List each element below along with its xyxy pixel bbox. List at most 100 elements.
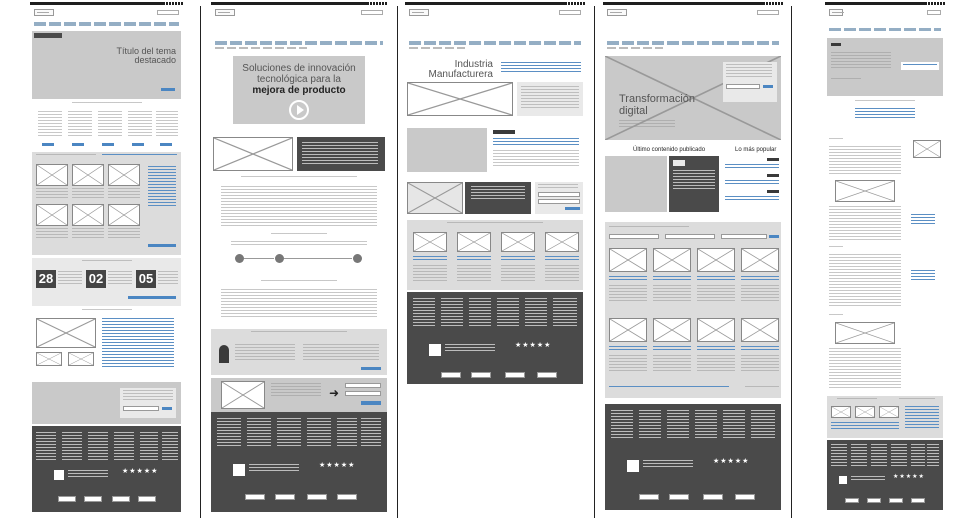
main-nav[interactable] [607,41,779,45]
footer-button[interactable] [337,494,357,500]
more-button[interactable] [148,244,176,247]
list-item[interactable] [725,180,779,186]
solution-button[interactable] [72,143,84,146]
footer-links[interactable] [871,444,887,466]
footer-links[interactable] [307,418,331,448]
solution-button[interactable] [132,143,144,146]
subscribe-button[interactable] [763,85,773,88]
footer-links[interactable] [140,432,158,460]
breadcrumb[interactable] [607,47,663,49]
table-of-contents[interactable] [855,108,915,118]
footer-button[interactable] [845,498,859,503]
footer-button[interactable] [639,494,659,500]
email-field[interactable] [123,406,159,411]
footer-links[interactable] [723,410,745,440]
footer-links[interactable] [911,444,925,466]
footer-button[interactable] [112,496,130,502]
solution-button[interactable] [102,143,114,146]
footer-button[interactable] [84,496,102,502]
subscribe-button[interactable] [565,207,580,210]
footer-links[interactable] [751,410,775,440]
main-nav[interactable] [215,41,383,45]
related-links[interactable] [911,214,935,224]
search-input[interactable] [757,10,779,15]
footer-links[interactable] [413,298,435,326]
footer-links[interactable] [217,418,241,448]
hero-button[interactable] [161,88,175,91]
card-title[interactable] [697,276,735,282]
footer-links[interactable] [639,410,661,440]
breadcrumb[interactable] [215,47,307,49]
card-title[interactable] [609,276,647,282]
play-icon[interactable] [289,100,309,120]
submit-button[interactable] [361,401,381,405]
footer-links[interactable] [36,432,56,460]
footer-links[interactable] [611,410,633,440]
footer-links[interactable] [277,418,301,448]
footer-button[interactable] [471,372,491,378]
footer-button[interactable] [58,496,76,502]
footer-links[interactable] [525,298,547,326]
footer-button[interactable] [441,372,461,378]
form-field[interactable] [345,391,381,396]
footer-links[interactable] [441,298,463,326]
main-nav[interactable] [829,28,941,31]
breadcrumb[interactable] [409,47,465,49]
popular-links[interactable] [905,406,939,430]
footer-links[interactable] [695,410,717,440]
footer-links[interactable] [553,298,577,326]
footer-links[interactable] [891,444,907,466]
footer-links[interactable] [497,298,519,326]
pagination[interactable] [609,386,729,389]
footer-links[interactable] [62,432,82,460]
footer-button[interactable] [275,494,295,500]
email-field[interactable] [726,84,760,89]
card-title[interactable] [609,346,647,352]
footer-links[interactable] [851,444,867,466]
subscribe-button[interactable] [162,407,172,410]
filter-select[interactable] [665,234,715,239]
footer-button[interactable] [537,372,557,378]
filter-select[interactable] [721,234,767,239]
search-input[interactable] [559,10,581,15]
solution-button[interactable] [160,143,172,146]
email-field[interactable] [538,199,580,204]
footer-links[interactable] [88,432,108,460]
card-title[interactable] [741,276,779,282]
card-title[interactable] [457,256,491,262]
card-title[interactable] [653,276,691,282]
news-links[interactable] [102,318,174,368]
more-button[interactable] [361,367,381,370]
filter-select[interactable] [609,234,659,239]
article-title[interactable] [493,138,579,147]
share-bar[interactable] [901,62,939,70]
agenda-button[interactable] [128,296,176,299]
footer-button[interactable] [307,494,327,500]
footer-button[interactable] [138,496,156,502]
footer-links[interactable] [469,298,491,326]
solution-button[interactable] [42,143,54,146]
footer-button[interactable] [245,494,265,500]
footer-links[interactable] [667,410,689,440]
share-links[interactable] [903,64,937,67]
list-item[interactable] [725,196,779,202]
footer-button[interactable] [735,494,755,500]
footer-links[interactable] [337,418,357,448]
search-input[interactable] [361,10,383,15]
filter-tabs[interactable] [102,154,177,157]
search-input[interactable] [157,10,179,15]
footer-button[interactable] [703,494,723,500]
email-field[interactable] [538,192,580,197]
card-title[interactable] [413,256,447,262]
card-titles[interactable] [831,422,899,430]
footer-links[interactable] [927,444,939,466]
main-nav[interactable] [34,22,179,26]
card-title[interactable] [741,346,779,352]
sidebar-links[interactable] [148,166,176,206]
main-nav[interactable] [409,41,581,45]
list-item[interactable] [725,164,779,170]
card-title[interactable] [697,346,735,352]
card-title[interactable] [501,256,535,262]
card-title[interactable] [545,256,579,262]
footer-links[interactable] [247,418,271,448]
